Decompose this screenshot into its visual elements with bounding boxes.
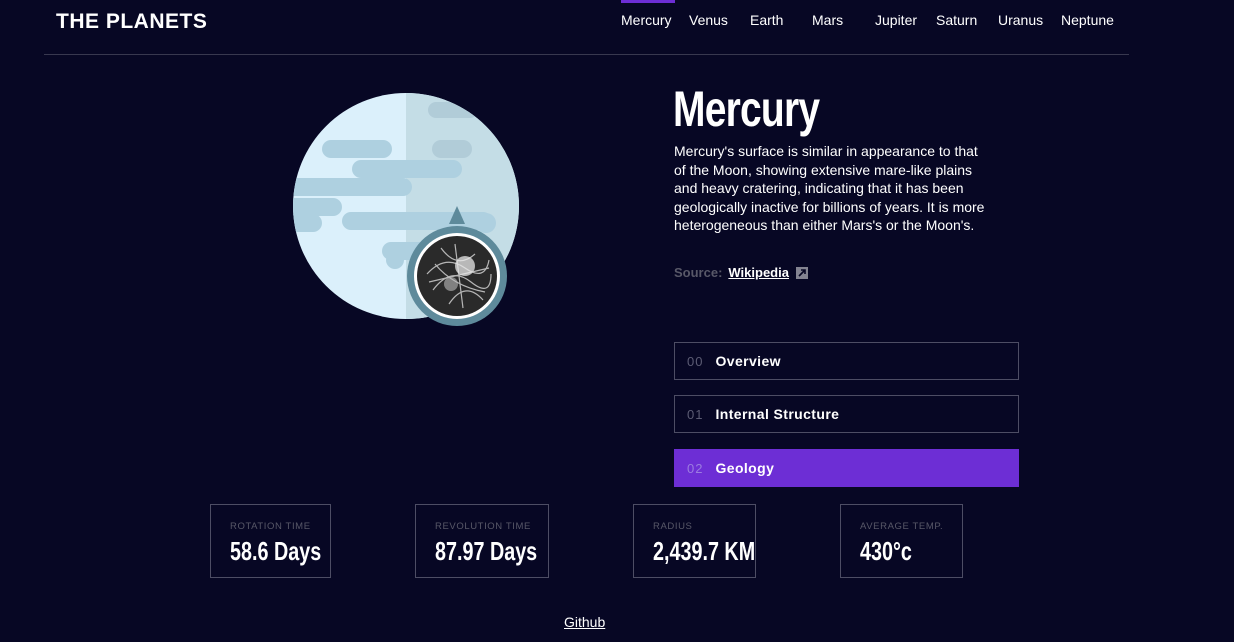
stat-value: 87.97 Days: [435, 536, 538, 566]
nav-item-neptune[interactable]: Neptune: [1061, 12, 1114, 28]
source-link[interactable]: Wikipedia: [728, 265, 789, 280]
stat-value: 2,439.7 KM: [653, 536, 756, 566]
stat-radius: RADIUS 2,439.7 KM: [633, 504, 756, 578]
github-link[interactable]: Github: [564, 614, 605, 630]
header-divider: [44, 54, 1129, 55]
tab-overview[interactable]: 00 Overview: [674, 342, 1019, 380]
stat-rotation-time: ROTATION TIME 58.6 Days: [210, 504, 331, 578]
stat-value: 58.6 Days: [230, 536, 322, 566]
nav-item-mercury[interactable]: Mercury: [621, 12, 672, 28]
source-label: Source:: [674, 265, 723, 280]
tab-label: Geology: [715, 460, 775, 476]
external-link-icon[interactable]: [795, 266, 808, 279]
geology-badge: [405, 204, 510, 329]
nav-item-earth[interactable]: Earth: [750, 12, 783, 28]
stat-label: REVOLUTION TIME: [435, 521, 531, 532]
nav-item-venus[interactable]: Venus: [689, 12, 728, 28]
stat-revolution-time: REVOLUTION TIME 87.97 Days: [415, 504, 549, 578]
tab-label: Internal Structure: [715, 406, 840, 422]
nav-item-saturn[interactable]: Saturn: [936, 12, 977, 28]
app-title: THE PLANETS: [56, 10, 208, 33]
tab-label: Overview: [715, 353, 781, 369]
tab-number: 01: [687, 406, 704, 422]
stat-label: ROTATION TIME: [230, 521, 311, 532]
planet-description: Mercury's surface is similar in appearan…: [674, 143, 985, 234]
stat-value: 430°c: [860, 536, 912, 566]
tab-internal-structure[interactable]: 01 Internal Structure: [674, 395, 1019, 433]
source-line: Source: Wikipedia: [674, 265, 808, 280]
tab-number: 00: [687, 353, 704, 369]
tab-number: 02: [687, 460, 704, 476]
nav-active-indicator: [621, 0, 675, 3]
nav-item-jupiter[interactable]: Jupiter: [875, 12, 917, 28]
stat-average-temp: AVERAGE TEMP. 430°c: [840, 504, 963, 578]
nav-item-uranus[interactable]: Uranus: [998, 12, 1043, 28]
stat-label: AVERAGE TEMP.: [860, 521, 944, 532]
stat-label: RADIUS: [653, 521, 693, 532]
nav-item-mars[interactable]: Mars: [812, 12, 843, 28]
planet-title: Mercury: [673, 81, 820, 137]
tab-geology[interactable]: 02 Geology: [674, 449, 1019, 487]
